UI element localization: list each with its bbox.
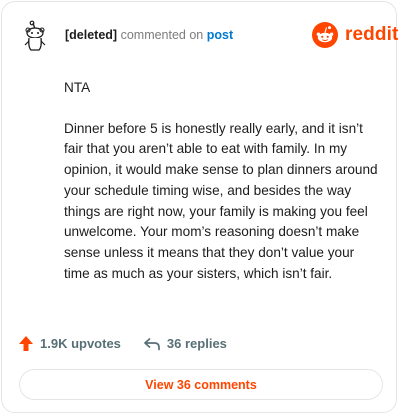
username[interactable]: [deleted] bbox=[65, 28, 117, 42]
deleted-user-avatar-icon bbox=[24, 20, 46, 51]
comment-card: [deleted] commented on post reddit NTA D… bbox=[1, 1, 398, 413]
reddit-logo[interactable]: reddit bbox=[311, 21, 398, 49]
reddit-wordmark: reddit bbox=[345, 24, 399, 45]
upvote-label: 1.9K upvotes bbox=[40, 336, 121, 351]
reply-count[interactable]: 36 replies bbox=[143, 336, 227, 351]
comment-paragraph: NTA bbox=[64, 80, 91, 95]
comment-body: NTA Dinner before 5 is honestly really e… bbox=[64, 78, 382, 304]
reddit-snoo-icon bbox=[312, 22, 338, 48]
comment-paragraph: Dinner before 5 is honestly really early… bbox=[64, 120, 378, 281]
action-text: commented on bbox=[120, 28, 204, 42]
post-link[interactable]: post bbox=[207, 28, 233, 42]
reply-arrow-icon bbox=[144, 337, 160, 350]
view-comments-button[interactable]: View 36 comments bbox=[19, 369, 383, 400]
upvote-count[interactable]: 1.9K upvotes bbox=[18, 335, 121, 352]
comment-header: [deleted] commented on post bbox=[65, 28, 233, 42]
comment-stats: 1.9K upvotes 36 replies bbox=[18, 335, 249, 352]
replies-label: 36 replies bbox=[166, 336, 227, 351]
upvote-arrow-icon bbox=[19, 336, 33, 351]
